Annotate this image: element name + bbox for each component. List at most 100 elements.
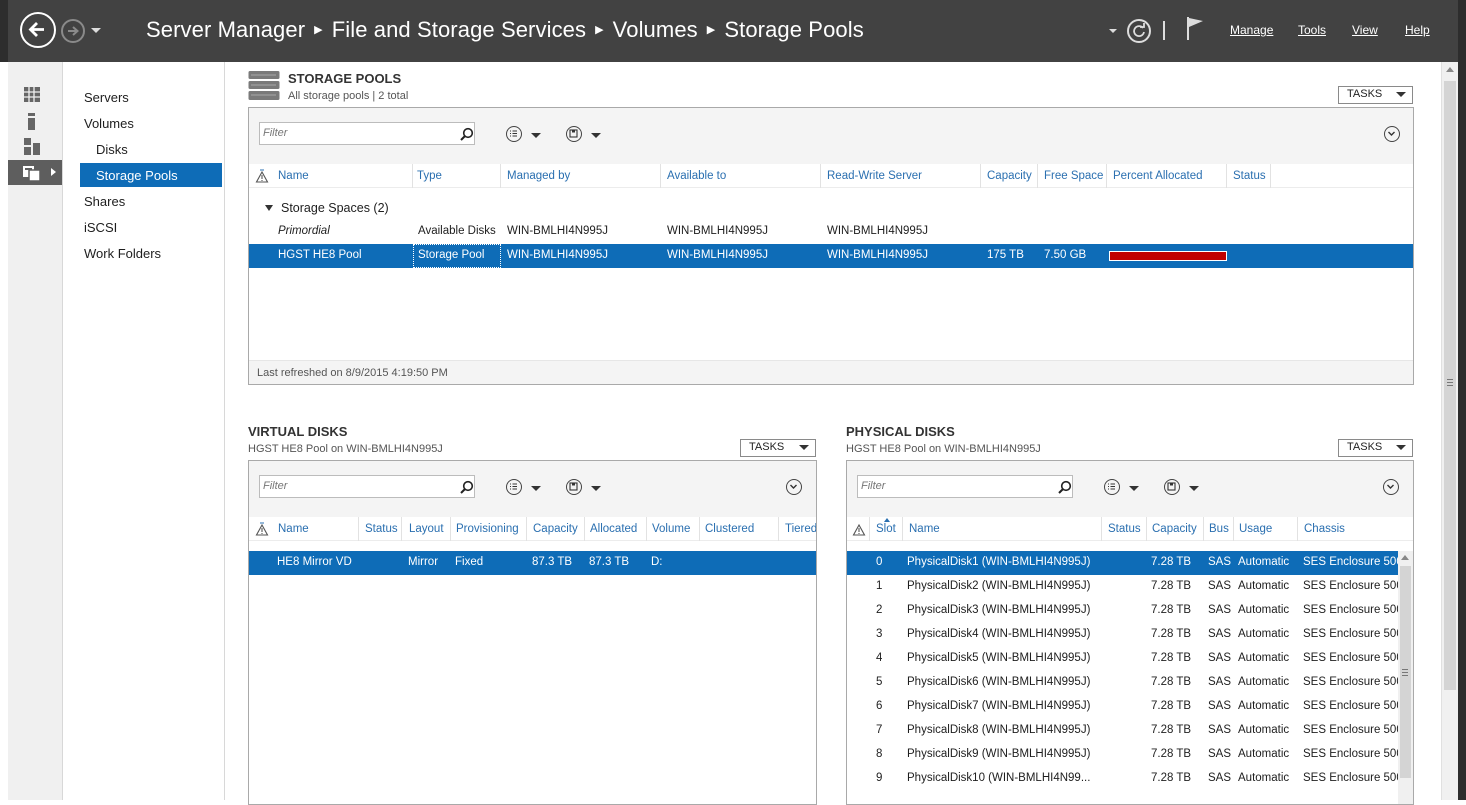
main-scrollbar[interactable] (1441, 62, 1458, 800)
all-servers-icon[interactable] (24, 138, 42, 156)
table-row[interactable]: 8 PhysicalDisk9 (WIN-BMLHI4N995J) 7.28 T… (847, 743, 1398, 767)
col-slot[interactable]: Slot (876, 523, 896, 535)
col-bus[interactable]: Bus (1209, 523, 1229, 535)
save-query-icon[interactable] (566, 479, 582, 495)
menu-view[interactable]: View (1352, 23, 1378, 37)
col-status[interactable]: Status (365, 523, 398, 535)
table-row[interactable]: 1 PhysicalDisk2 (WIN-BMLHI4N995J) 7.28 T… (847, 575, 1398, 599)
table-row-selected[interactable]: HGST HE8 Pool Storage Pool WIN-BMLHI4N99… (249, 244, 1413, 268)
virtual-disks-tasks-button[interactable]: TASKS (740, 439, 816, 457)
nav-servers[interactable]: Servers (84, 90, 129, 105)
col-clustered[interactable]: Clustered (705, 523, 754, 535)
local-server-icon[interactable] (27, 113, 37, 131)
warning-sort-icon[interactable] (255, 168, 269, 184)
col-allocated[interactable]: Allocated (590, 523, 637, 535)
group-header[interactable]: Storage Spaces (2) (265, 201, 389, 215)
col-managed-by[interactable]: Managed by (507, 170, 570, 182)
expand-collapse-icon[interactable] (786, 479, 802, 495)
save-query-dropdown-icon[interactable] (591, 486, 601, 491)
col-capacity[interactable]: Capacity (1152, 523, 1197, 535)
search-icon[interactable] (1058, 480, 1072, 494)
physical-disks-scrollbar[interactable] (1398, 551, 1413, 804)
history-dropdown-icon[interactable] (91, 28, 101, 33)
warning-sort-icon[interactable] (255, 521, 269, 537)
nav-storage-pools[interactable]: Storage Pools (96, 168, 178, 183)
table-row[interactable]: 5 PhysicalDisk6 (WIN-BMLHI4N995J) 7.28 T… (847, 671, 1398, 695)
col-capacity[interactable]: Capacity (533, 523, 578, 535)
warning-icon[interactable] (852, 521, 866, 537)
expand-collapse-icon[interactable] (1384, 126, 1400, 142)
query-list-dropdown-icon[interactable] (531, 486, 541, 491)
collapse-group-icon[interactable] (265, 205, 273, 211)
menu-tools[interactable]: Tools (1298, 23, 1326, 37)
col-name[interactable]: Name (278, 170, 309, 182)
nav-shares[interactable]: Shares (84, 194, 125, 209)
col-read-write-server[interactable]: Read-Write Server (827, 170, 922, 182)
storage-pools-filter-input[interactable]: Filter (259, 122, 475, 145)
search-icon[interactable] (460, 127, 474, 141)
physical-disks-tasks-button[interactable]: TASKS (1338, 439, 1413, 457)
search-icon[interactable] (460, 480, 474, 494)
col-available-to[interactable]: Available to (667, 170, 726, 182)
table-row-selected[interactable]: 0 PhysicalDisk1 (WIN-BMLHI4N995J) 7.28 T… (847, 551, 1398, 575)
physical-disk-rows: 0 PhysicalDisk1 (WIN-BMLHI4N995J) 7.28 T… (847, 551, 1398, 804)
virtual-disks-filter-input[interactable]: Filter (259, 475, 475, 498)
table-row[interactable]: Primordial Available Disks WIN-BMLHI4N99… (249, 220, 1413, 244)
col-provisioning[interactable]: Provisioning (456, 523, 519, 535)
menu-manage[interactable]: Manage (1230, 23, 1273, 37)
query-list-icon[interactable] (506, 126, 522, 142)
breadcrumb-server-manager[interactable]: Server Manager (146, 17, 305, 42)
col-layout[interactable]: Layout (409, 523, 444, 535)
back-button[interactable] (20, 12, 56, 48)
refresh-button[interactable] (1127, 19, 1151, 43)
nav-volumes[interactable]: Volumes (84, 116, 134, 131)
query-list-dropdown-icon[interactable] (1129, 486, 1139, 491)
col-name[interactable]: Name (278, 523, 309, 535)
col-volume[interactable]: Volume (652, 523, 690, 535)
col-percent-allocated[interactable]: Percent Allocated (1113, 170, 1203, 182)
file-storage-nav-selected[interactable] (8, 160, 62, 185)
col-chassis[interactable]: Chassis (1304, 523, 1345, 535)
col-name[interactable]: Name (909, 523, 940, 535)
table-row[interactable]: 4 PhysicalDisk5 (WIN-BMLHI4N995J) 7.28 T… (847, 647, 1398, 671)
query-list-dropdown-icon[interactable] (531, 133, 541, 138)
save-query-dropdown-icon[interactable] (591, 133, 601, 138)
nav-disks[interactable]: Disks (96, 142, 128, 157)
table-row[interactable]: 9 PhysicalDisk10 (WIN-BMLHI4N99... 7.28 … (847, 767, 1398, 791)
storage-pools-tasks-button[interactable]: TASKS (1338, 86, 1413, 104)
forward-arrow-icon (68, 26, 80, 36)
table-row-selected[interactable]: HE8 Mirror VD Mirror Fixed 87.3 TB 87.3 … (249, 551, 816, 575)
table-row[interactable]: 2 PhysicalDisk3 (WIN-BMLHI4N995J) 7.28 T… (847, 599, 1398, 623)
table-row[interactable]: 6 PhysicalDisk7 (WIN-BMLHI4N995J) 7.28 T… (847, 695, 1398, 719)
save-query-icon[interactable] (1164, 479, 1180, 495)
query-list-icon[interactable] (506, 479, 522, 495)
nav-iscsi[interactable]: iSCSI (84, 220, 117, 235)
scroll-up-icon[interactable] (1401, 555, 1409, 560)
breadcrumb-storage-pools[interactable]: Storage Pools (724, 17, 864, 42)
refresh-dropdown-icon[interactable] (1109, 29, 1117, 33)
query-list-icon[interactable] (1104, 479, 1120, 495)
expand-collapse-icon[interactable] (1383, 479, 1399, 495)
save-query-dropdown-icon[interactable] (1189, 486, 1199, 491)
table-row[interactable]: 3 PhysicalDisk4 (WIN-BMLHI4N995J) 7.28 T… (847, 623, 1398, 647)
nav-work-folders[interactable]: Work Folders (84, 246, 161, 261)
col-usage[interactable]: Usage (1239, 523, 1272, 535)
forward-button[interactable] (61, 19, 85, 43)
col-capacity[interactable]: Capacity (987, 170, 1032, 182)
dashboard-icon[interactable] (24, 87, 42, 103)
cell-chassis: SES Enclosure 500 (1303, 724, 1398, 736)
col-status[interactable]: Status (1108, 523, 1141, 535)
notifications-flag-icon[interactable] (1185, 15, 1207, 41)
col-type[interactable]: Type (417, 170, 442, 182)
save-query-icon[interactable] (566, 126, 582, 142)
physical-disks-filter-input[interactable]: Filter (857, 475, 1073, 498)
col-status[interactable]: Status (1233, 170, 1266, 182)
menu-help[interactable]: Help (1405, 23, 1430, 37)
breadcrumb-file-storage[interactable]: File and Storage Services (332, 17, 586, 42)
table-row[interactable]: 7 PhysicalDisk8 (WIN-BMLHI4N995J) 7.28 T… (847, 719, 1398, 743)
breadcrumb-volumes[interactable]: Volumes (613, 17, 698, 42)
col-free-space[interactable]: Free Space (1044, 170, 1103, 182)
cell-chassis: SES Enclosure 500 (1303, 556, 1398, 568)
scroll-up-icon[interactable] (1446, 67, 1454, 72)
col-tiered[interactable]: Tiered (785, 523, 816, 535)
